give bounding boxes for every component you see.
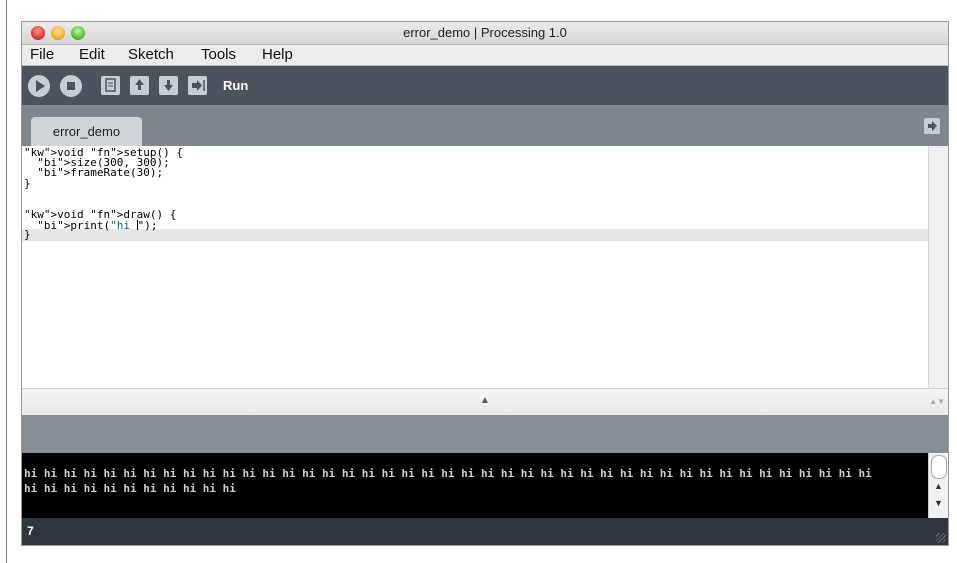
code-line-8: } [24,228,31,241]
arrow-right-icon [928,121,937,131]
save-icon [164,80,173,91]
screen-edge [6,0,7,563]
save-button[interactable] [159,76,178,95]
scroll-arrows-icon: ▲▼ [929,397,945,406]
tab-strip: error_demo [22,105,948,146]
code-line-7: "bi">print("hi "); [37,219,158,232]
resize-grip-icon[interactable] [936,533,946,543]
splitter-handle-icon: ▲ [480,395,490,406]
line-number: 7 [27,524,34,538]
menu-help[interactable]: Help [262,46,293,63]
window-title: error_demo | Processing 1.0 [403,25,567,40]
console-line-1: hi hi hi hi hi hi hi hi hi hi hi hi hi h… [24,467,872,480]
code-editor[interactable]: "kw">void "fn">setup() { "bi">size(300, … [22,146,928,388]
menu-tools[interactable]: Tools [201,46,236,63]
export-button[interactable] [188,76,207,95]
new-button[interactable] [101,76,120,95]
code-line-3: "bi">frameRate(30); [37,166,164,179]
console-scroll-thumb[interactable] [931,455,947,479]
line-status-bar: 7 [22,518,948,545]
toolbar-hover-label: Run [223,78,249,93]
export-icon [192,80,205,91]
console-output[interactable]: hi hi hi hi hi hi hi hi hi hi hi hi hi h… [22,453,928,518]
tab-error-demo[interactable]: error_demo [31,117,142,146]
current-line-highlight [22,229,928,241]
tab-menu-button[interactable] [924,118,940,134]
tab-label: error_demo [52,124,121,139]
open-button[interactable] [130,76,149,95]
run-icon [36,80,45,92]
run-button[interactable] [28,75,50,97]
editor-scrollbar[interactable] [928,146,948,388]
menu-bar: File Edit Sketch Tools Help [22,45,948,66]
menu-sketch[interactable]: Sketch [128,46,174,63]
message-area [22,415,948,453]
toolbar: Run [22,66,948,105]
stop-button[interactable] [60,75,82,97]
console-line-2: hi hi hi hi hi hi hi hi hi hi hi [24,482,236,495]
stop-icon [67,82,75,90]
processing-window: error_demo | Processing 1.0 File Edit Sk… [22,22,948,545]
scroll-down-icon[interactable]: ▼ [934,498,943,508]
title-bar[interactable]: error_demo | Processing 1.0 [22,22,948,45]
new-icon [105,78,116,92]
editor-console-splitter[interactable]: ▲ ▲▼ [22,388,948,415]
scroll-up-icon[interactable]: ▲ [934,481,943,491]
menu-edit[interactable]: Edit [79,46,105,63]
menu-file[interactable]: File [30,46,54,63]
code-line-4: } [24,177,31,190]
console-scrollbar[interactable]: ▲ ▼ [928,453,948,518]
open-icon [135,79,144,90]
